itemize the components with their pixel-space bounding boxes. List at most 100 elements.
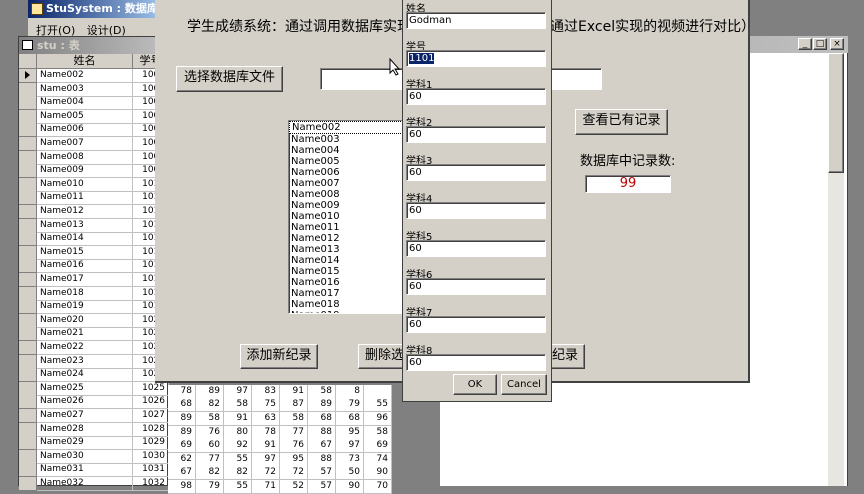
- table-cell-name[interactable]: Name028: [37, 422, 133, 437]
- table-cell-name[interactable]: Name017: [37, 273, 133, 287]
- table-cell-score[interactable]: 78: [168, 384, 196, 399]
- row-selector[interactable]: [19, 368, 37, 383]
- table-cell-score[interactable]: 89: [308, 398, 336, 413]
- table-cell-score[interactable]: 69: [168, 439, 196, 454]
- table-cell-score[interactable]: 8: [336, 384, 364, 399]
- list-item[interactable]: Name015: [289, 266, 403, 277]
- list-item[interactable]: Name003: [289, 134, 403, 145]
- table-cell-name[interactable]: Name022: [37, 341, 133, 355]
- table-cell-name[interactable]: Name012: [37, 205, 133, 219]
- table-cell-name[interactable]: Name005: [37, 109, 133, 124]
- table-cell-name[interactable]: Name019: [37, 300, 133, 315]
- row-selector[interactable]: [19, 232, 37, 247]
- table-cell-name[interactable]: Name029: [37, 436, 133, 451]
- table-cell-name[interactable]: Name013: [37, 218, 133, 233]
- table-cell-score[interactable]: 82: [224, 466, 252, 481]
- table-cell-score[interactable]: 92: [224, 439, 252, 454]
- list-item[interactable]: Name008: [289, 189, 403, 200]
- table-cell-score[interactable]: 60: [196, 439, 224, 454]
- list-item[interactable]: Name014: [289, 255, 403, 266]
- table-cell-name[interactable]: Name031: [37, 463, 133, 478]
- table-cell-id[interactable]: 1032: [133, 477, 169, 491]
- table-cell-score[interactable]: 95: [336, 425, 364, 440]
- table-cell-name[interactable]: Name010: [37, 177, 133, 192]
- table-cell-score[interactable]: 97: [252, 452, 280, 467]
- list-item[interactable]: Name009: [289, 200, 403, 211]
- table-cell-score[interactable]: 68: [168, 398, 196, 413]
- list-item[interactable]: Name004: [289, 145, 403, 156]
- view-records-button[interactable]: 查看已有记录: [575, 109, 668, 135]
- table-cell-name[interactable]: Name018: [37, 286, 133, 301]
- table-cell-name[interactable]: Name023: [37, 354, 133, 369]
- table-cell-score[interactable]: 52: [280, 480, 308, 494]
- row-selector[interactable]: [19, 341, 37, 355]
- minimize-icon[interactable]: _: [798, 38, 812, 50]
- choose-database-button[interactable]: 选择数据库文件: [176, 66, 283, 92]
- row-selector[interactable]: [19, 395, 37, 410]
- add-record-button[interactable]: 添加新纪录: [240, 344, 318, 369]
- table-cell-score[interactable]: 90: [336, 480, 364, 494]
- table-cell-name[interactable]: Name032: [37, 477, 133, 491]
- row-selector[interactable]: [19, 191, 37, 206]
- row-selector[interactable]: [19, 436, 37, 451]
- table-cell-id[interactable]: 1031: [133, 463, 169, 478]
- table-cell-score[interactable]: 87: [280, 398, 308, 413]
- table-cell-id[interactable]: 1027: [133, 409, 169, 423]
- row-selector[interactable]: [19, 422, 37, 437]
- table-cell-score[interactable]: 58: [196, 412, 224, 426]
- dialog-field-input[interactable]: 60: [406, 316, 546, 333]
- table-cell-score[interactable]: 58: [224, 398, 252, 413]
- list-item[interactable]: Name012: [289, 233, 403, 244]
- table-cell-score[interactable]: 96: [364, 412, 392, 426]
- row-selector[interactable]: [19, 82, 37, 97]
- table-cell-score[interactable]: 89: [168, 425, 196, 440]
- table-cell-name[interactable]: Name006: [37, 123, 133, 138]
- table-cell-score[interactable]: 72: [280, 466, 308, 481]
- dialog-field-input[interactable]: 60: [406, 202, 546, 219]
- table-cell-score[interactable]: 72: [252, 466, 280, 481]
- table-cell-score[interactable]: 78: [252, 425, 280, 440]
- row-selector[interactable]: [19, 313, 37, 328]
- table-cell-name[interactable]: Name007: [37, 137, 133, 151]
- row-selector[interactable]: [19, 286, 37, 301]
- table-cell-score[interactable]: 79: [336, 398, 364, 413]
- dialog-field-input[interactable]: 60: [406, 240, 546, 257]
- table-cell-score[interactable]: 57: [308, 480, 336, 494]
- table-cell-score[interactable]: 75: [252, 398, 280, 413]
- list-item[interactable]: Name006: [289, 167, 403, 178]
- table-cell-score[interactable]: 88: [308, 452, 336, 467]
- table-cell-score[interactable]: 55: [224, 480, 252, 494]
- row-selector[interactable]: [19, 164, 37, 179]
- table-cell-score[interactable]: 74: [364, 452, 392, 467]
- dialog-field-input[interactable]: 60: [406, 164, 546, 181]
- table-cell-score[interactable]: 63: [252, 412, 280, 426]
- table-cell-score[interactable]: 69: [364, 439, 392, 454]
- table-cell-name[interactable]: Name002: [37, 69, 133, 83]
- dialog-field-input[interactable]: 60: [406, 88, 546, 105]
- row-selector[interactable]: [19, 69, 37, 83]
- table-cell-score[interactable]: 67: [308, 439, 336, 454]
- table-cell-score[interactable]: 73: [336, 452, 364, 467]
- dialog-field-input[interactable]: 60: [406, 354, 546, 371]
- list-item[interactable]: Name017: [289, 288, 403, 299]
- table-cell-id[interactable]: 1030: [133, 449, 169, 464]
- list-item[interactable]: Name010: [289, 211, 403, 222]
- table-cell-id[interactable]: 1026: [133, 395, 169, 410]
- table-cell-score[interactable]: 97: [224, 384, 252, 399]
- list-item[interactable]: Name016: [289, 277, 403, 288]
- list-item[interactable]: Name002: [289, 121, 403, 134]
- table-cell-score[interactable]: 58: [364, 425, 392, 440]
- access-title-bar[interactable]: StuSystem : 数据库: [28, 0, 168, 18]
- table-cell-id[interactable]: 1028: [133, 422, 169, 437]
- table-cell-score[interactable]: 82: [196, 398, 224, 413]
- dialog-field-input[interactable]: 60: [406, 126, 546, 143]
- table-cell-score[interactable]: 95: [280, 452, 308, 467]
- table-cell-score[interactable]: 68: [336, 412, 364, 426]
- table-title-bar[interactable]: stu : 表: [19, 37, 169, 54]
- row-selector[interactable]: [19, 273, 37, 287]
- table-cell-score[interactable]: 76: [196, 425, 224, 440]
- table-cell-score[interactable]: 80: [224, 425, 252, 440]
- list-item[interactable]: Name013: [289, 244, 403, 255]
- table-cell-name[interactable]: Name025: [37, 381, 133, 396]
- table-cell-score[interactable]: 77: [280, 425, 308, 440]
